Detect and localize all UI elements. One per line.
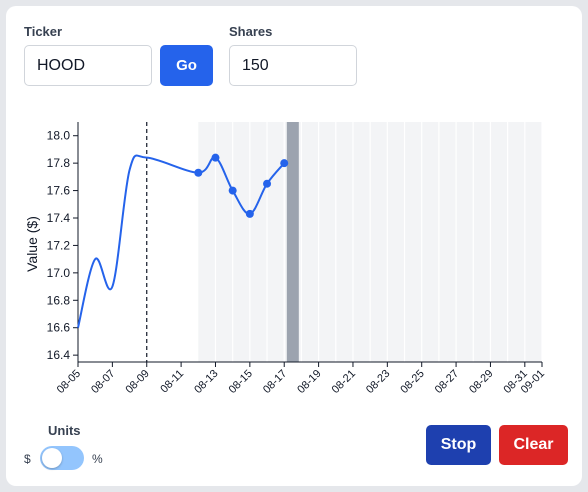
y-tick-label: 18.0 <box>47 129 71 143</box>
x-tick-label: 08-23 <box>364 368 392 396</box>
y-tick-label: 17.4 <box>47 211 71 225</box>
x-tick-label: 08-19 <box>295 368 323 396</box>
x-tick-label: 08-09 <box>123 368 151 396</box>
x-tick-label: 08-17 <box>261 368 289 396</box>
stop-button[interactable]: Stop <box>426 425 491 465</box>
x-tick-label: 08-29 <box>467 368 495 396</box>
value-chart: 16.4 16.6 16.8 17.0 17.2 17.4 17.6 17.8 18.0 08-0… <box>24 122 547 396</box>
data-point <box>228 186 237 195</box>
x-tick-label: 08-27 <box>433 368 461 396</box>
data-point <box>194 168 203 177</box>
data-point <box>263 179 272 188</box>
x-tick-label: 08-05 <box>55 368 83 396</box>
y-axis-label: Value ($) <box>24 216 40 272</box>
y-tick-label: 16.6 <box>47 321 71 335</box>
x-tick-label: 08-15 <box>227 368 255 396</box>
x-tick-label: 08-11 <box>158 368 186 396</box>
clear-button[interactable]: Clear <box>499 425 568 465</box>
y-tick-label: 16.4 <box>47 348 71 362</box>
data-point <box>245 209 254 218</box>
data-point <box>211 153 220 162</box>
units-label: Units <box>48 423 81 438</box>
current-band <box>286 122 299 362</box>
data-point <box>280 159 289 168</box>
y-tick-label: 16.8 <box>47 293 71 307</box>
units-toggle-knob <box>42 448 62 468</box>
x-tick-label: 08-13 <box>192 368 220 396</box>
y-tick-label: 17.0 <box>47 266 71 280</box>
y-tick-label: 17.6 <box>47 184 71 198</box>
units-dollar-label: $ <box>24 452 31 466</box>
x-tick-label: 08-25 <box>398 368 426 396</box>
x-tick-label: 08-21 <box>330 368 358 396</box>
y-tick-label: 17.2 <box>47 238 71 252</box>
units-percent-label: % <box>92 452 103 466</box>
units-toggle[interactable] <box>40 446 84 470</box>
x-tick-label: 08-07 <box>89 368 117 396</box>
y-tick-label: 17.8 <box>47 156 71 170</box>
